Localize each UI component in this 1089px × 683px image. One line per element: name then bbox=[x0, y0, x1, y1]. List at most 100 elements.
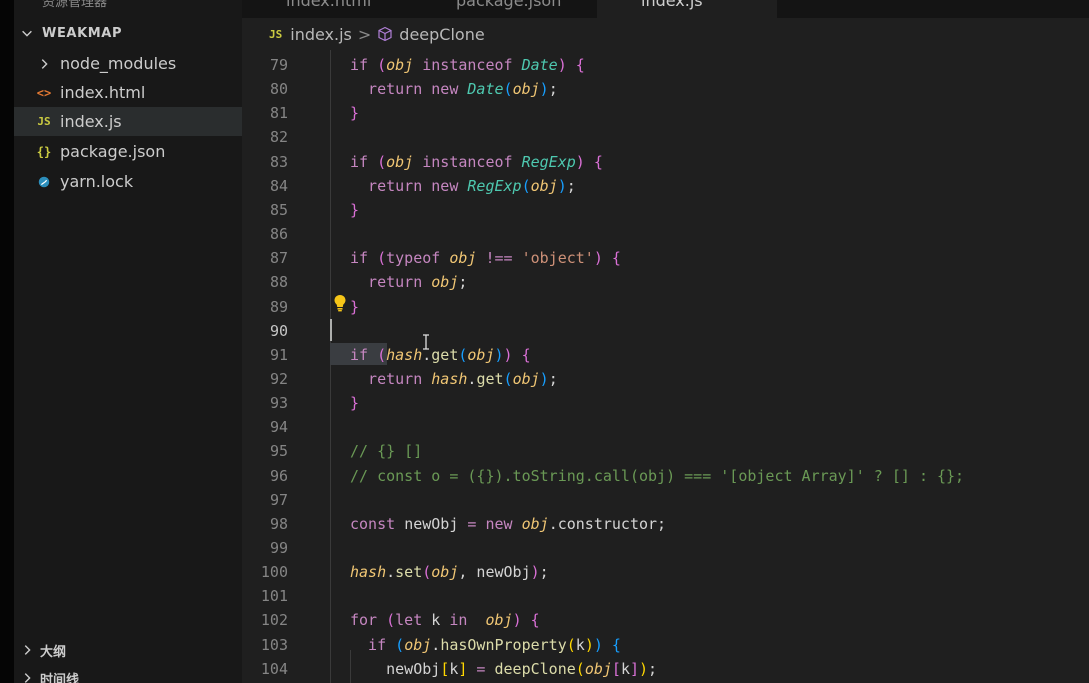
code-token: . bbox=[431, 635, 441, 654]
line-number: 104 bbox=[260, 659, 288, 678]
tree-item-package-json[interactable]: {} package.json bbox=[14, 137, 242, 166]
tree-item-label: index.js bbox=[60, 112, 122, 131]
tab-index-js[interactable]: index.js bbox=[597, 0, 777, 18]
tab-label: index.html bbox=[286, 0, 372, 10]
code-line[interactable]: hash.set(obj, newObj); bbox=[350, 560, 549, 584]
code-token: k bbox=[620, 659, 630, 678]
code-token: ) bbox=[539, 80, 549, 99]
code-token: // const o = ({}).toString.call(obj) ===… bbox=[350, 466, 965, 485]
code-line[interactable]: return new Date(obj); bbox=[350, 77, 558, 101]
tab-label: index.js bbox=[641, 0, 703, 10]
code-token: = bbox=[467, 659, 495, 678]
tree-item-yarn-lock[interactable]: yarn.lock bbox=[14, 167, 242, 196]
code-token: obj bbox=[512, 369, 540, 388]
code-token: ( bbox=[503, 80, 513, 99]
line-number: 94 bbox=[269, 418, 288, 437]
line-number: 103 bbox=[260, 635, 288, 654]
line-number: 102 bbox=[260, 611, 288, 630]
code-token: return bbox=[350, 80, 432, 99]
code-token: get bbox=[476, 369, 504, 388]
code-token: { bbox=[602, 635, 621, 654]
code-token: ) bbox=[539, 369, 549, 388]
js-file-icon: JS bbox=[269, 27, 283, 41]
code-line[interactable]: if (hash.get(obj)) { bbox=[350, 343, 531, 367]
code-token: { bbox=[584, 152, 603, 171]
code-token: instanceof bbox=[413, 152, 522, 171]
code-token: instanceof bbox=[413, 56, 522, 74]
code-line[interactable]: } bbox=[350, 391, 359, 415]
code-line[interactable]: // const o = ({}).toString.call(obj) ===… bbox=[350, 464, 964, 488]
breadcrumb: JS index.js > deepClone bbox=[242, 18, 1089, 50]
code-token: ; bbox=[458, 273, 468, 292]
lightbulb-icon[interactable] bbox=[332, 294, 348, 312]
line-number: 86 bbox=[269, 225, 288, 244]
explorer-title-label: 资源管理器 bbox=[42, 0, 108, 10]
line-number: 97 bbox=[269, 490, 288, 509]
code-line[interactable]: } bbox=[350, 101, 359, 125]
line-number: 82 bbox=[269, 128, 288, 147]
code-line[interactable]: const newObj = new obj.constructor; bbox=[350, 512, 666, 536]
code-area[interactable]: if (obj instanceof Date) { return new Da… bbox=[330, 50, 1089, 683]
code-line[interactable]: if (typeof obj !== 'object') { bbox=[350, 246, 621, 270]
code-line[interactable]: } bbox=[350, 295, 359, 319]
code-line[interactable]: for (let k in obj) { bbox=[350, 608, 540, 632]
project-folder-header[interactable]: WEAKMAP bbox=[14, 22, 242, 44]
code-token: 'object' bbox=[521, 249, 594, 268]
code-token: newObj bbox=[350, 659, 441, 678]
code-token: ) bbox=[557, 56, 567, 74]
code-token: obj bbox=[386, 152, 414, 171]
code-token: obj bbox=[449, 249, 477, 268]
tab-package-json[interactable]: package.json bbox=[412, 0, 592, 18]
code-line[interactable]: if (obj instanceof RegExp) { bbox=[350, 150, 603, 174]
line-number: 92 bbox=[269, 369, 288, 388]
code-line[interactable]: return hash.get(obj); bbox=[350, 367, 558, 391]
code-line[interactable]: newObj[k] = deepClone(obj[k]); bbox=[350, 657, 657, 681]
code-token: k bbox=[431, 611, 450, 630]
json-file-icon: {} bbox=[36, 144, 52, 159]
line-number: 90 bbox=[269, 321, 288, 340]
code-line[interactable]: } bbox=[350, 198, 359, 222]
code-token: ) bbox=[584, 635, 594, 654]
code-token: ) bbox=[593, 249, 603, 268]
code-token: ; bbox=[648, 659, 658, 678]
code-line[interactable]: if (obj.hasOwnProperty(k)) { bbox=[350, 633, 621, 657]
code-line[interactable]: return obj; bbox=[350, 270, 467, 294]
tab-index-html[interactable]: index.html bbox=[242, 0, 402, 18]
line-number: 91 bbox=[269, 345, 288, 364]
code-token: ; bbox=[539, 563, 549, 582]
code-editor[interactable]: 79 80 81 82 83 84 85 86 87 88 89 90 91 92 93 94 95 96 97 98… bbox=[242, 50, 1089, 683]
line-number: 84 bbox=[269, 176, 288, 195]
breadcrumb-symbol[interactable]: deepClone bbox=[399, 25, 484, 44]
code-token: ] bbox=[629, 659, 639, 678]
tree-item-node-modules[interactable]: node_modules bbox=[14, 49, 242, 78]
code-token: ; bbox=[548, 369, 558, 388]
code-token: set bbox=[395, 563, 423, 582]
code-token: // {} [] bbox=[350, 442, 423, 461]
code-line[interactable]: return new RegExp(obj); bbox=[350, 174, 576, 198]
chevron-right-icon bbox=[24, 645, 31, 655]
line-number: 80 bbox=[269, 80, 288, 99]
timeline-section[interactable]: 时间线 bbox=[14, 666, 242, 683]
project-name: WEAKMAP bbox=[42, 25, 123, 41]
line-number: 87 bbox=[269, 249, 288, 268]
outline-section[interactable]: 大纲 bbox=[14, 638, 242, 662]
tree-item-index-js[interactable]: JS index.js bbox=[14, 107, 242, 136]
code-token: { bbox=[512, 345, 531, 364]
code-line[interactable]: if (obj instanceof Date) { bbox=[350, 53, 585, 77]
code-token: . bbox=[422, 345, 432, 364]
code-token: !== bbox=[476, 249, 522, 268]
code-token: if bbox=[350, 152, 378, 171]
code-token: ( bbox=[377, 56, 387, 74]
code-token: = bbox=[467, 514, 486, 533]
code-token: if bbox=[350, 345, 378, 364]
code-token: ) bbox=[639, 659, 649, 678]
code-token: ) bbox=[530, 563, 540, 582]
code-token: . bbox=[386, 563, 396, 582]
code-token: } bbox=[350, 297, 360, 316]
code-token: ( bbox=[386, 611, 396, 630]
code-line[interactable]: // {} [] bbox=[350, 439, 422, 463]
line-number: 93 bbox=[269, 394, 288, 413]
tree-item-index-html[interactable]: <> index.html bbox=[14, 78, 242, 107]
code-token: obj bbox=[476, 611, 513, 630]
breadcrumb-file[interactable]: index.js bbox=[290, 25, 352, 44]
